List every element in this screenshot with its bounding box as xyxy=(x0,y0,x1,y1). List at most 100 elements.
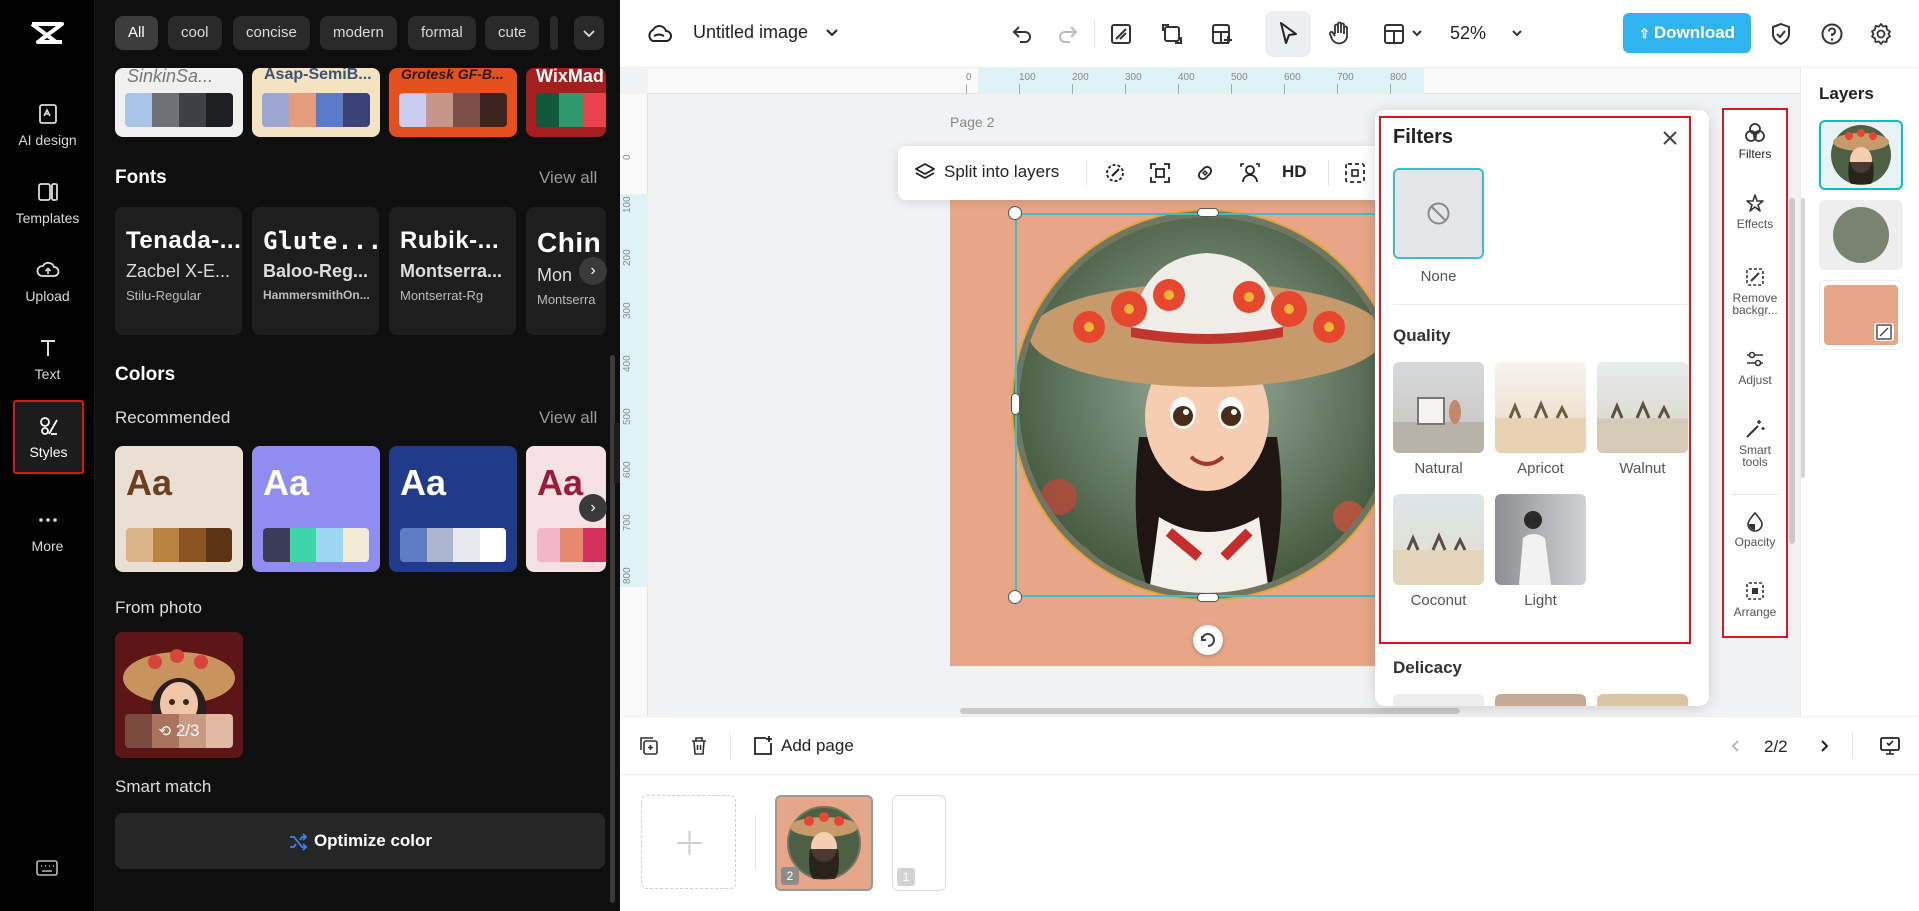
close-icon[interactable] xyxy=(1660,128,1680,148)
download-button[interactable]: ⇪ Download xyxy=(1623,13,1751,53)
eraser-brush-icon[interactable] xyxy=(1104,162,1126,184)
filter-delicacy-thumb[interactable] xyxy=(1495,694,1586,706)
zoom-level[interactable]: 52% xyxy=(1450,23,1486,44)
layout-chevron-icon[interactable] xyxy=(1410,26,1424,40)
resize-handle-top[interactable] xyxy=(1197,208,1219,217)
resize-handle-bottom[interactable] xyxy=(1197,593,1219,602)
chip-modern[interactable]: modern xyxy=(320,16,397,50)
horizontal-ruler: 0 100 200 300 400 500 600 700 800 xyxy=(648,68,1800,94)
color-palette-card[interactable]: Aa xyxy=(115,446,243,572)
style-preset-card[interactable]: SinkinSa... xyxy=(115,68,243,137)
settings-gear-icon[interactable] xyxy=(1869,22,1893,46)
from-photo-card[interactable]: ⟲ 2/3 xyxy=(115,632,243,758)
zoom-chevron-icon[interactable] xyxy=(1510,26,1524,40)
page-thumbnail-1[interactable]: 1 xyxy=(892,795,946,891)
filter-coconut-thumb[interactable] xyxy=(1393,494,1484,585)
layer-item-circle[interactable] xyxy=(1819,200,1903,270)
layer-item-portrait[interactable] xyxy=(1819,120,1903,190)
duplicate-page-icon[interactable] xyxy=(638,735,660,757)
filter-apricot-thumb[interactable] xyxy=(1495,362,1586,453)
document-title[interactable]: Untitled image xyxy=(693,22,808,43)
layout-edit-icon[interactable] xyxy=(1210,22,1234,46)
font-card[interactable]: Glute... Baloo-Reg... HammersmithOn... xyxy=(252,207,379,335)
help-icon[interactable] xyxy=(1820,22,1844,46)
split-into-layers-button[interactable]: Split into layers xyxy=(944,162,1059,182)
colors-next-button[interactable]: › xyxy=(579,494,607,522)
presentation-icon[interactable] xyxy=(1879,735,1901,757)
shield-icon[interactable] xyxy=(1770,22,1792,46)
chip-cute[interactable]: cute xyxy=(485,16,540,50)
select-area-icon[interactable] xyxy=(1344,162,1366,184)
rail-item-ai-design[interactable]: AI design xyxy=(0,102,95,148)
rotate-handle[interactable] xyxy=(1193,625,1223,655)
tool-remove-background[interactable]: Remove backgr... xyxy=(1724,266,1786,316)
filter-natural-thumb[interactable] xyxy=(1393,362,1484,453)
refresh-icon[interactable]: ⟲ xyxy=(159,723,172,740)
layers-scrollbar[interactable] xyxy=(1801,198,1805,478)
layer-item-background[interactable] xyxy=(1819,280,1903,350)
retouch-bandage-icon[interactable] xyxy=(1194,162,1216,184)
title-dropdown-chevron-icon[interactable] xyxy=(824,24,840,40)
layout-grid-icon[interactable] xyxy=(1382,22,1406,46)
hd-upscale-button[interactable]: HD xyxy=(1282,162,1307,182)
chips-dropdown-button[interactable] xyxy=(574,16,604,50)
chip-concise[interactable]: concise xyxy=(233,16,310,50)
keyboard-icon[interactable] xyxy=(35,858,59,878)
colors-view-all-link[interactable]: View all xyxy=(539,408,597,428)
filter-delicacy-thumb[interactable] xyxy=(1393,694,1484,706)
resize-handle-bottom-left[interactable] xyxy=(1008,590,1022,604)
tool-opacity[interactable]: Opacity xyxy=(1724,510,1786,548)
color-palette-card[interactable]: Aa xyxy=(252,446,380,572)
font-card[interactable]: Rubik-... Montserra... Montserrat-Rg xyxy=(389,207,516,335)
filter-delicacy-thumb[interactable] xyxy=(1597,694,1688,706)
focus-crop-icon[interactable] xyxy=(1149,162,1171,184)
tool-smart-tools[interactable]: Smart tools xyxy=(1724,418,1786,468)
style-preset-card[interactable]: Grotesk GF-B... xyxy=(389,68,517,137)
next-page-chevron-icon[interactable] xyxy=(1816,738,1832,754)
previous-page-chevron-icon[interactable] xyxy=(1728,738,1744,754)
tool-filters[interactable]: Filters xyxy=(1724,122,1786,160)
rail-item-upload[interactable]: Upload xyxy=(0,258,95,304)
font-card[interactable]: Tenada-... Zacbel X-E... Stilu-Regular xyxy=(115,207,242,335)
tool-adjust[interactable]: Adjust xyxy=(1724,348,1786,386)
fonts-view-all-link[interactable]: View all xyxy=(539,168,597,188)
resize-icon[interactable] xyxy=(1109,22,1133,46)
color-palette-card[interactable]: Aa xyxy=(389,446,517,572)
ruler-tick-label: 500 xyxy=(622,408,633,425)
style-preset-card[interactable]: Asap-SemiB... xyxy=(252,68,380,137)
chip-cool[interactable]: cool xyxy=(168,16,222,50)
canvas-vertical-scrollbar[interactable] xyxy=(1789,198,1795,544)
filter-walnut-thumb[interactable] xyxy=(1597,362,1688,453)
add-page-icon xyxy=(752,735,774,757)
rail-item-text[interactable]: Text xyxy=(0,336,95,382)
cloud-icon[interactable] xyxy=(646,22,672,44)
rail-item-more[interactable]: More xyxy=(0,508,95,554)
resize-handle-left[interactable] xyxy=(1011,393,1020,415)
hand-tool-icon[interactable] xyxy=(1328,21,1352,47)
magic-resize-icon[interactable] xyxy=(1160,22,1184,46)
chip-all[interactable]: All xyxy=(115,16,158,50)
rail-item-templates[interactable]: Templates xyxy=(0,180,95,226)
filter-none-option[interactable] xyxy=(1393,168,1484,259)
redo-icon[interactable] xyxy=(1056,22,1080,46)
delete-page-icon[interactable] xyxy=(688,735,710,757)
selection-frame[interactable] xyxy=(1015,213,1401,597)
filter-light-thumb[interactable] xyxy=(1495,494,1586,585)
select-tool-button[interactable] xyxy=(1265,11,1311,57)
tool-effects[interactable]: Effects xyxy=(1724,192,1786,230)
optimize-color-button[interactable]: Optimize color xyxy=(115,813,605,869)
canvas-horizontal-scrollbar[interactable] xyxy=(960,708,1460,714)
add-page-thumbnail[interactable] xyxy=(641,795,736,889)
capcut-logo[interactable] xyxy=(28,18,66,48)
ruler-tick-label: 200 xyxy=(622,249,633,266)
add-page-button[interactable]: Add page xyxy=(781,736,854,756)
fonts-next-button[interactable]: › xyxy=(579,257,607,285)
resize-handle-top-left[interactable] xyxy=(1008,206,1022,220)
rail-item-styles[interactable]: Styles xyxy=(13,400,84,474)
tool-arrange[interactable]: Arrange xyxy=(1724,580,1786,618)
chip-formal[interactable]: formal xyxy=(408,16,476,50)
style-preset-card[interactable]: WixMad xyxy=(526,68,606,137)
undo-icon[interactable] xyxy=(1010,22,1034,46)
portrait-person-icon[interactable] xyxy=(1239,162,1261,184)
page-thumbnail-2[interactable]: 2 xyxy=(775,795,873,891)
